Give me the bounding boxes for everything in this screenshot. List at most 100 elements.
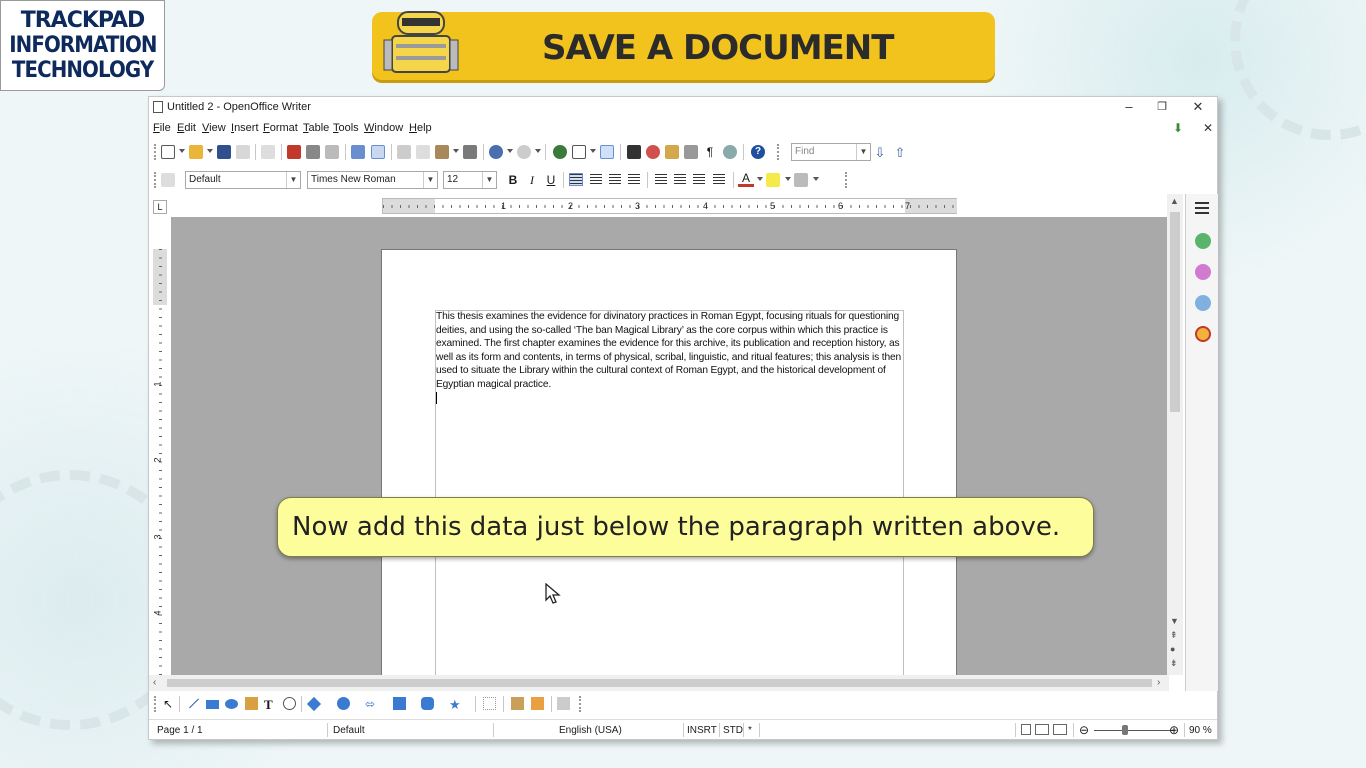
zoom-slider[interactable]: [1094, 730, 1174, 731]
menu-edit[interactable]: Edit: [177, 122, 196, 134]
menu-window[interactable]: Window: [364, 122, 403, 134]
document-modified[interactable]: *: [748, 725, 752, 736]
highlighting-icon[interactable]: [766, 173, 780, 187]
print-icon[interactable]: [306, 145, 320, 159]
justify-icon[interactable]: [628, 174, 640, 185]
horizontal-ruler[interactable]: 1 2 3 4 5 6 7: [382, 198, 957, 214]
vertical-ruler[interactable]: 1 2 3 4: [153, 249, 167, 675]
vertical-scroll-thumb[interactable]: [1170, 212, 1180, 412]
toolbar-grip[interactable]: [154, 144, 156, 160]
callout-shapes-icon[interactable]: [421, 697, 434, 710]
table-icon[interactable]: [572, 145, 586, 159]
increase-indent-icon[interactable]: [713, 174, 725, 185]
align-left-icon[interactable]: [569, 173, 583, 186]
language[interactable]: English (USA): [559, 725, 622, 736]
menu-insert[interactable]: Insert: [231, 122, 259, 134]
zoom-icon[interactable]: [723, 145, 737, 159]
previous-page-icon[interactable]: ⇞: [1170, 630, 1178, 641]
show-draw-functions-icon[interactable]: [600, 145, 614, 159]
undo-icon[interactable]: [489, 145, 503, 159]
from-file-icon[interactable]: [531, 697, 544, 710]
bold-button[interactable]: B: [505, 172, 521, 188]
gallery-sidebar-icon[interactable]: [1195, 295, 1211, 311]
single-page-view-icon[interactable]: [1021, 724, 1031, 735]
zoom-level[interactable]: 90 %: [1189, 725, 1212, 736]
page-style[interactable]: Default: [333, 725, 365, 736]
data-sources-icon[interactable]: [684, 145, 698, 159]
toolbar-grip[interactable]: [845, 172, 847, 188]
find-replace-icon[interactable]: [627, 145, 641, 159]
spellcheck-icon[interactable]: [351, 145, 365, 159]
table-dropdown-arrow[interactable]: [590, 149, 596, 153]
line-icon[interactable]: [184, 693, 199, 709]
chevron-down-icon[interactable]: ▼: [856, 144, 870, 160]
toolbar-grip[interactable]: [777, 144, 779, 160]
zoom-out-icon[interactable]: ⊖: [1079, 723, 1089, 737]
paragraph-style-select[interactable]: Default ▼: [185, 171, 301, 189]
pdf-icon[interactable]: [287, 145, 301, 159]
chevron-down-icon[interactable]: ▼: [423, 172, 437, 188]
menu-tools[interactable]: Tools: [333, 122, 359, 134]
navigation-dot-icon[interactable]: ●: [1170, 644, 1175, 654]
clone-formatting-icon[interactable]: [463, 145, 477, 159]
paste-dropdown-arrow[interactable]: [453, 149, 459, 153]
ellipse-icon[interactable]: [225, 699, 238, 709]
document-workspace[interactable]: This thesis examines the evidence for di…: [171, 217, 1167, 675]
navigator-icon[interactable]: [646, 145, 660, 159]
styles-icon[interactable]: [1195, 264, 1211, 280]
scroll-left-icon[interactable]: ‹: [153, 677, 156, 688]
highlighting-dropdown-arrow[interactable]: [785, 177, 791, 181]
find-next-icon[interactable]: ⇩: [873, 145, 887, 160]
multi-page-view-icon[interactable]: [1035, 724, 1049, 735]
block-arrows-icon[interactable]: ⬄: [365, 697, 378, 711]
open-dropdown-arrow[interactable]: [207, 149, 213, 153]
menu-table[interactable]: Table: [303, 122, 329, 134]
rectangle-icon[interactable]: [206, 700, 219, 709]
document-page[interactable]: This thesis examines the evidence for di…: [381, 249, 957, 675]
toolbar-grip[interactable]: [154, 172, 156, 188]
horizontal-scrollbar[interactable]: ‹ ›: [149, 675, 1169, 691]
scroll-right-icon[interactable]: ›: [1157, 677, 1160, 688]
text-icon[interactable]: T: [264, 697, 277, 712]
basic-shapes-icon[interactable]: [306, 696, 322, 712]
hyperlink-icon[interactable]: [553, 145, 567, 159]
selection-mode[interactable]: STD: [723, 725, 743, 736]
decrease-indent-icon[interactable]: [693, 174, 705, 185]
background-color-dropdown-arrow[interactable]: [813, 177, 819, 181]
new-dropdown-arrow[interactable]: [179, 149, 185, 153]
save-icon[interactable]: [217, 145, 231, 159]
page-count[interactable]: Page 1 / 1: [157, 725, 203, 736]
email-icon[interactable]: [236, 145, 250, 159]
find-previous-icon[interactable]: ⇧: [893, 145, 907, 160]
maximize-button[interactable]: ❐: [1147, 98, 1177, 116]
styles-formatting-icon[interactable]: [161, 173, 175, 187]
toolbar-grip[interactable]: [579, 696, 581, 712]
next-page-icon[interactable]: ⇟: [1170, 658, 1178, 669]
menu-help[interactable]: Help: [409, 122, 432, 134]
cut-icon[interactable]: [397, 145, 411, 159]
gallery-icon[interactable]: [665, 145, 679, 159]
scroll-down-icon[interactable]: ▼: [1170, 616, 1179, 626]
menu-file[interactable]: File: [153, 122, 171, 134]
fontwork-gallery-icon[interactable]: [511, 697, 524, 710]
numbering-icon[interactable]: [655, 174, 667, 185]
font-size-select[interactable]: 12 ▼: [443, 171, 497, 189]
update-icon[interactable]: ⬇: [1173, 121, 1183, 135]
nonprinting-characters-icon[interactable]: ¶: [703, 145, 717, 159]
italic-button[interactable]: I: [524, 172, 540, 188]
points-icon[interactable]: [483, 697, 496, 710]
chevron-down-icon[interactable]: ▼: [482, 172, 496, 188]
font-name-select[interactable]: Times New Roman ▼: [307, 171, 438, 189]
chevron-down-icon[interactable]: ▼: [286, 172, 300, 188]
navigator-sidebar-icon[interactable]: [1195, 326, 1211, 342]
flowcharts-icon[interactable]: [393, 697, 406, 710]
redo-dropdown-arrow[interactable]: [535, 149, 541, 153]
toolbar-grip[interactable]: [154, 696, 156, 712]
symbol-shapes-icon[interactable]: [337, 697, 350, 710]
new-icon[interactable]: [161, 145, 175, 159]
close-button[interactable]: ✕: [1183, 98, 1213, 116]
tab-stop-selector[interactable]: L: [153, 200, 167, 214]
find-input[interactable]: Find ▼: [791, 143, 871, 161]
sidebar-menu-icon[interactable]: [1195, 202, 1209, 214]
document-paragraph[interactable]: This thesis examines the evidence for di…: [436, 310, 904, 392]
